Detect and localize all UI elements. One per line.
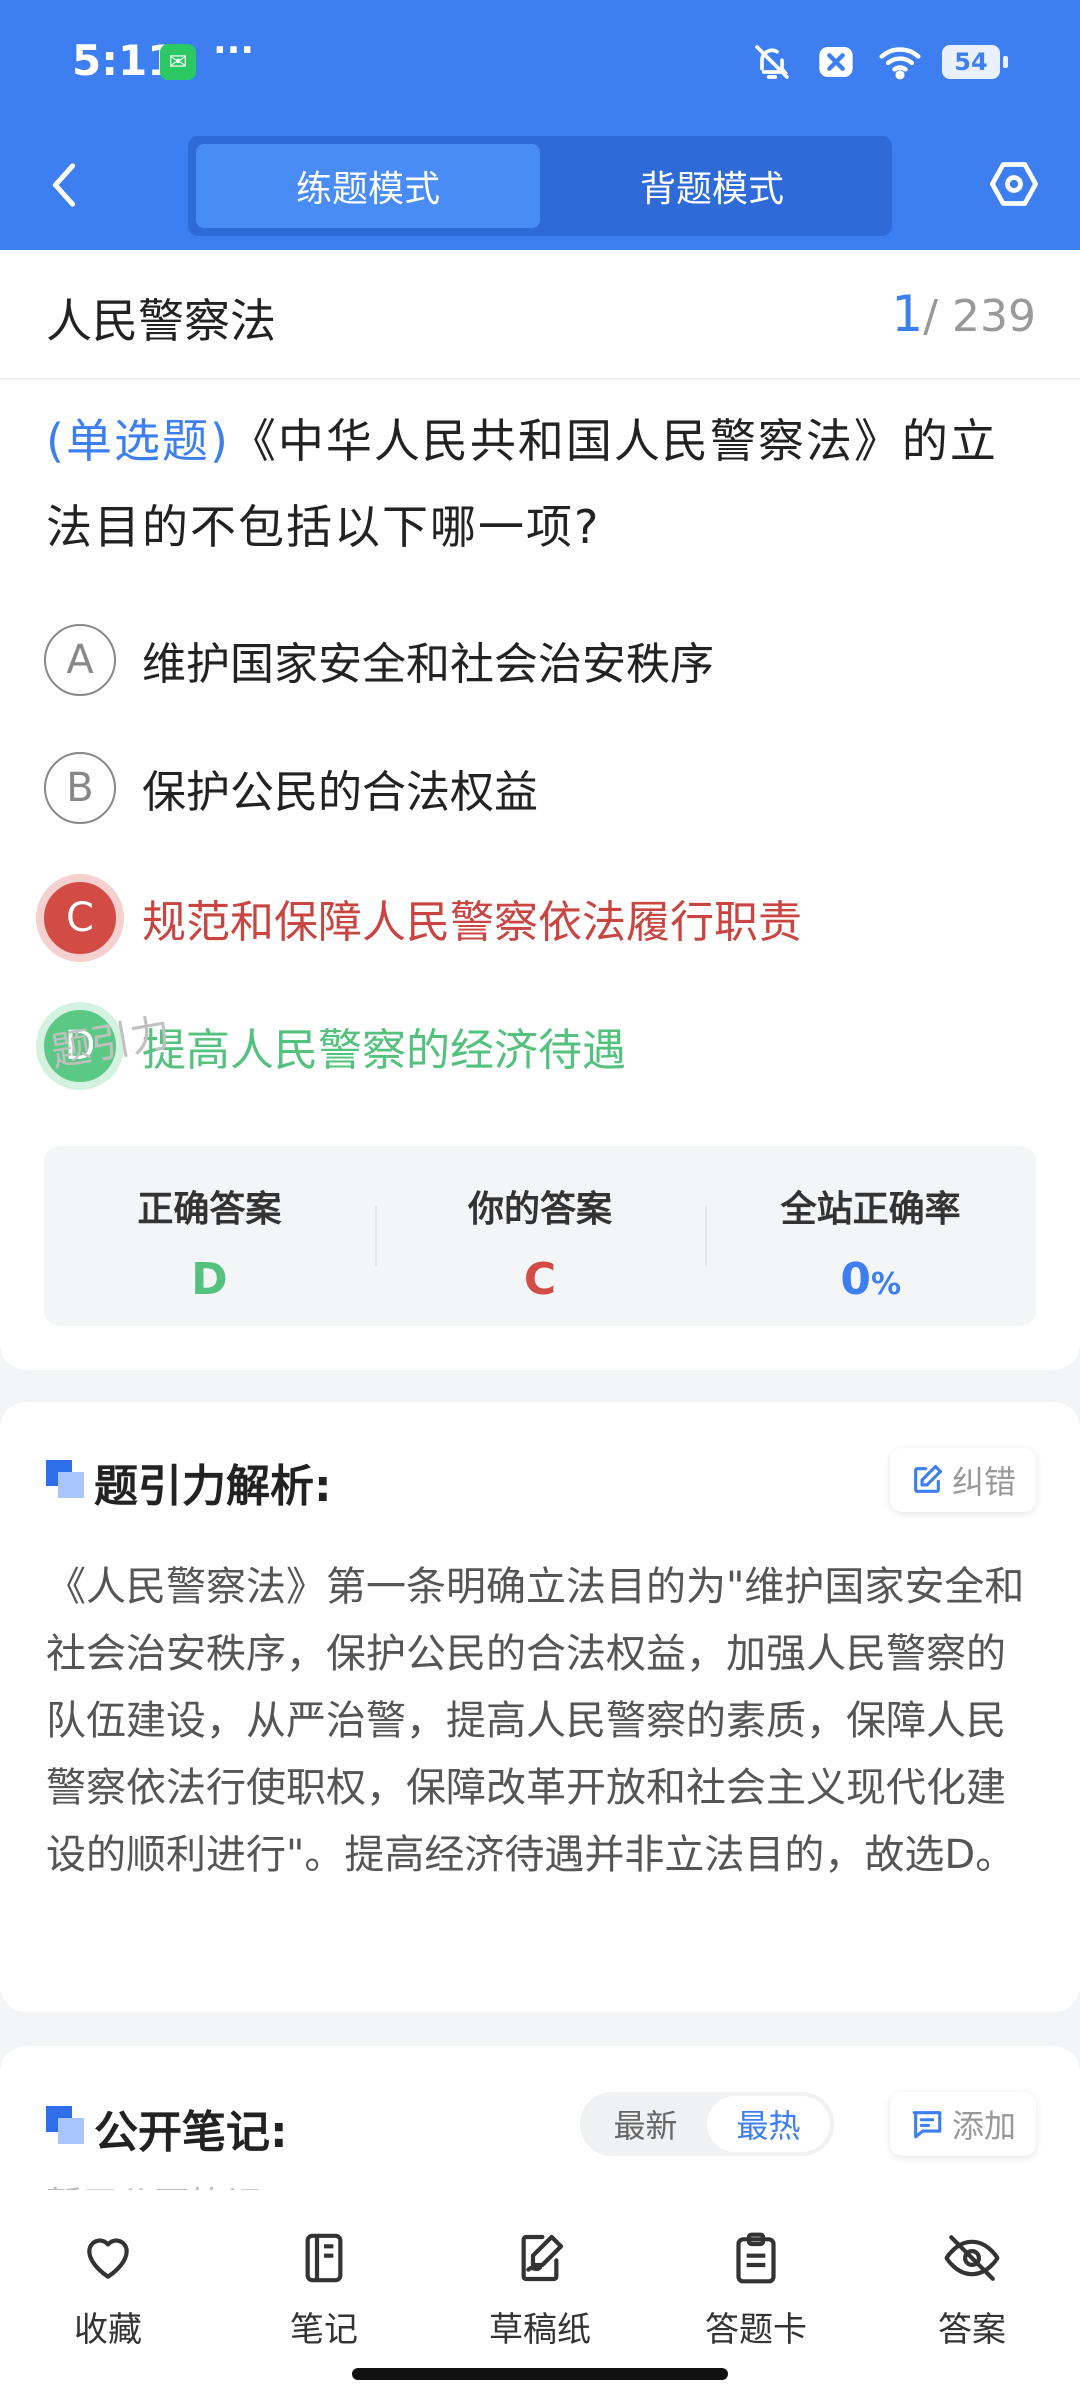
question-progress: 1/ 239 — [891, 285, 1036, 343]
close-icon — [814, 40, 858, 84]
home-indicator[interactable] — [352, 2368, 728, 2380]
show-answer-button[interactable]: 答案 — [864, 2190, 1080, 2400]
correct-answer-value: D — [191, 1254, 228, 1305]
option-b[interactable]: B 保护公民的合法权益 — [44, 748, 1034, 828]
battery-icon: 54 — [942, 45, 1008, 79]
draft-icon — [510, 2228, 570, 2288]
site-accuracy-label: 全站正确率 — [780, 1189, 961, 1230]
comment-icon — [912, 2111, 942, 2139]
option-text: 提高人民警察的经济待遇 — [142, 1025, 626, 1076]
total-questions: / 239 — [923, 291, 1036, 342]
site-accuracy: 全站正确率 0% — [705, 1146, 1036, 1326]
option-text: 维护国家安全和社会治安秩序 — [142, 639, 714, 690]
subject-title: 人民警察法 — [46, 294, 276, 348]
notes-title: 公开笔记: — [94, 2107, 288, 2158]
correct-answer-label: 正确答案 — [137, 1189, 282, 1230]
accuracy-number: 0 — [840, 1254, 871, 1305]
wifi-icon — [878, 40, 922, 84]
status-icons: 54 — [750, 40, 1008, 84]
option-a[interactable]: A 维护国家安全和社会治安秩序 — [44, 620, 1034, 700]
back-button[interactable] — [44, 160, 84, 210]
question-stem: (单选题)《中华人民共和国人民警察法》的立法目的不包括以下哪一项? — [46, 398, 1036, 570]
report-error-button[interactable]: 纠错 — [889, 1448, 1036, 1512]
title-row: 人民警察法 1/ 239 — [0, 250, 1080, 380]
eye-off-icon — [942, 2228, 1002, 2288]
sort-hot[interactable]: 最热 — [707, 2096, 830, 2152]
option-text: 保护公民的合法权益 — [142, 767, 538, 818]
option-c[interactable]: C 规范和保障人民警察依法履行职责 — [44, 878, 1034, 958]
mute-icon — [750, 40, 794, 84]
your-answer: 你的答案 C — [374, 1146, 706, 1326]
more-icon: ··· — [213, 30, 255, 71]
option-text: 规范和保障人民警察依法履行职责 — [142, 897, 802, 948]
your-answer-value: C — [523, 1254, 557, 1305]
sort-latest[interactable]: 最新 — [584, 2096, 707, 2152]
favorite-button[interactable]: 收藏 — [0, 2190, 216, 2400]
settings-button[interactable] — [986, 156, 1042, 212]
notes-sort-toggle: 最新 最热 — [580, 2092, 834, 2156]
add-note-button[interactable]: 添加 — [889, 2092, 1036, 2156]
answer-card-icon — [726, 2228, 786, 2288]
status-bar: 5:11 ✉ ··· 54 — [0, 0, 1080, 125]
answer-card-label: 答题卡 — [705, 2310, 807, 2350]
show-answer-label: 答案 — [938, 2310, 1006, 2350]
question-type: (单选题) — [46, 414, 230, 468]
option-letter: A — [44, 624, 116, 696]
option-letter: B — [44, 752, 116, 824]
analysis-title: 题引力解析: — [94, 1461, 332, 1512]
heart-icon — [78, 2228, 138, 2288]
your-answer-label: 你的答案 — [468, 1189, 613, 1230]
analysis-text: 《人民警察法》第一条明确立法目的为"维护国家安全和社会治安秩序，保护公民的合法权… — [46, 1564, 1025, 1878]
add-note-label: 添加 — [951, 2107, 1016, 2145]
wechat-icon: ✉ — [160, 44, 196, 80]
app-header: 5:11 ✉ ··· 54 练题模式 背题模式 — [0, 0, 1080, 250]
option-letter: C — [44, 882, 116, 954]
notes-label: 笔记 — [290, 2310, 358, 2350]
hexagon-settings-icon — [989, 162, 1039, 206]
analysis-card: 题引力解析: 纠错 《人民警察法》第一条明确立法目的为"维护国家安全和社会治安秩… — [0, 1402, 1080, 2012]
tab-practice-mode[interactable]: 练题模式 — [196, 144, 540, 228]
current-question-number: 1 — [891, 285, 924, 343]
notebook-icon — [294, 2228, 354, 2288]
site-accuracy-value: 0% — [705, 1254, 1036, 1305]
accuracy-unit: % — [870, 1267, 902, 1302]
favorite-label: 收藏 — [74, 2310, 142, 2350]
report-error-label: 纠错 — [951, 1463, 1016, 1501]
edit-icon — [914, 1464, 943, 1493]
correct-answer: 正确答案 D — [44, 1146, 375, 1326]
section-square-icon — [46, 1460, 84, 1498]
draft-label: 草稿纸 — [489, 2310, 591, 2350]
answer-summary: 正确答案 D 你的答案 C 全站正确率 0% — [44, 1146, 1036, 1326]
section-square-icon — [46, 2106, 84, 2144]
mode-switch: 练题模式 背题模式 — [188, 136, 892, 236]
question-card: 人民警察法 1/ 239 (单选题)《中华人民共和国人民警察法》的立法目的不包括… — [0, 250, 1080, 1370]
option-d[interactable]: D 提高人民警察的经济待遇 — [44, 1006, 1034, 1086]
tab-recite-mode[interactable]: 背题模式 — [540, 144, 884, 228]
